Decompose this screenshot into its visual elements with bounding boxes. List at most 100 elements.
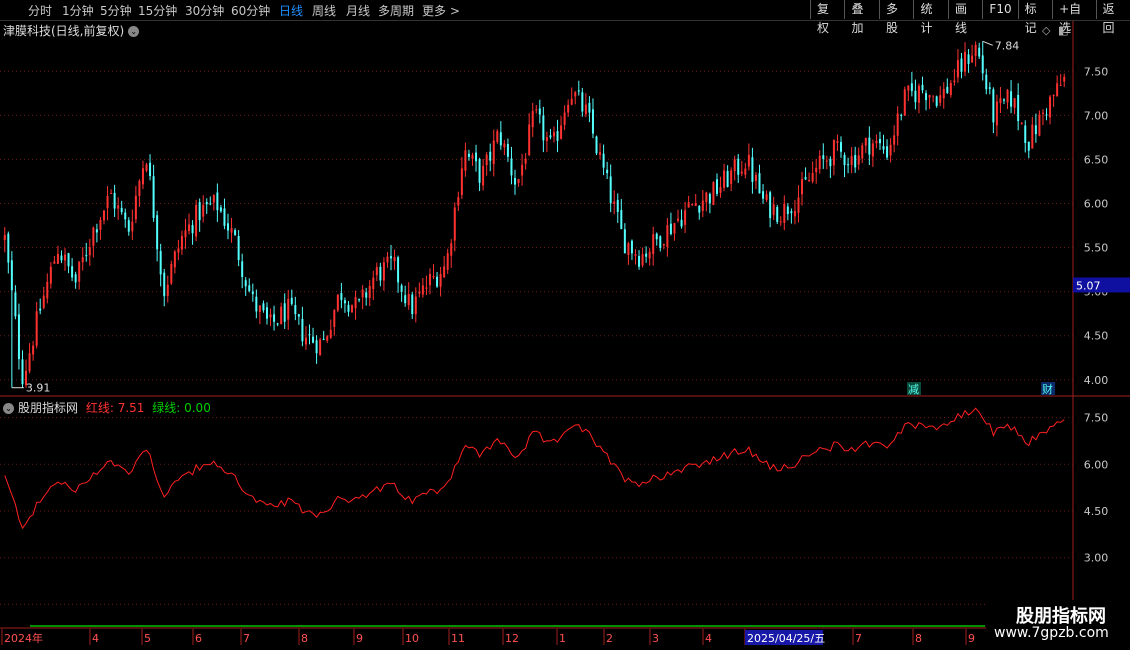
candle-body — [397, 257, 400, 283]
candle-body — [177, 248, 180, 253]
candle-body — [489, 151, 492, 161]
x-axis-label: 9 — [968, 632, 975, 645]
toolbar-button-8[interactable]: 返回 — [1095, 0, 1130, 35]
candle-body — [333, 309, 336, 327]
candle-body — [560, 125, 563, 139]
price-tick-label: 7.00 — [1084, 109, 1109, 122]
candle-body — [322, 339, 325, 341]
candle-body — [542, 115, 545, 141]
candle-body — [691, 203, 694, 205]
period-tab-1[interactable]: 1分钟 — [62, 2, 94, 19]
candle-body — [868, 137, 871, 155]
chevron-down-icon[interactable]: ⌄ — [128, 26, 140, 37]
event-marker-label[interactable]: 财 — [1042, 382, 1053, 396]
candle-body — [216, 192, 219, 211]
candle-body — [581, 92, 584, 112]
candle-body — [528, 124, 531, 156]
candle-body — [677, 218, 680, 221]
price-tick-label: 6.50 — [1084, 153, 1109, 166]
candle-body — [180, 235, 183, 250]
candle-body — [227, 223, 230, 231]
toolbar-button-2[interactable]: 多股 — [878, 0, 913, 35]
toolbar-button-5[interactable]: F10 — [982, 0, 1017, 19]
period-tab-0[interactable]: 分时 — [28, 2, 52, 19]
candle-body — [467, 153, 470, 157]
toolbar-button-4[interactable]: 画线 — [947, 0, 982, 35]
period-tab-9[interactable]: 多周期 — [378, 2, 414, 19]
candle-body — [110, 193, 113, 195]
x-axis-label: 11 — [451, 632, 465, 645]
candle-body — [613, 201, 616, 204]
candle-body — [903, 89, 906, 116]
candle-body — [588, 102, 591, 113]
candle-body — [1013, 98, 1016, 108]
candle-body — [49, 266, 52, 284]
chart-canvas[interactable]: 7.507.006.506.005.505.004.504.005.07 7.5… — [0, 0, 1130, 650]
candle-body — [269, 314, 272, 318]
period-tab-7[interactable]: 周线 — [312, 2, 336, 19]
candle-body — [797, 197, 800, 213]
candle-body — [159, 251, 162, 275]
candle-body — [747, 154, 750, 167]
candle-body — [694, 203, 697, 206]
period-tab-3[interactable]: 15分钟 — [138, 2, 177, 19]
candle-body — [666, 225, 669, 248]
candle-body — [184, 230, 187, 238]
candle-body — [705, 192, 708, 203]
candle-body — [843, 154, 846, 166]
toolbar-button-6[interactable]: 标记 — [1017, 0, 1052, 35]
candle-body — [556, 131, 559, 141]
candle-body — [64, 254, 67, 261]
candle-body — [673, 223, 676, 234]
candle-body — [131, 221, 134, 232]
candle-body — [127, 220, 130, 232]
period-tab-6[interactable]: 日线 — [279, 2, 303, 19]
candle-body — [726, 170, 729, 187]
candle-body — [630, 240, 633, 254]
window-icon[interactable]: ◧ — [1058, 24, 1068, 37]
candle-body — [188, 224, 191, 232]
period-tab-10[interactable]: 更多 > — [422, 2, 460, 19]
candle-body — [836, 141, 839, 143]
candle-body — [878, 139, 881, 144]
candle-body — [620, 210, 623, 230]
x-axis-label: 7 — [243, 632, 250, 645]
candle-body — [563, 112, 566, 125]
toolbar-button-3[interactable]: 统计 — [913, 0, 947, 35]
candle-body — [343, 300, 346, 304]
period-tab-8[interactable]: 月线 — [346, 2, 370, 19]
candle-body — [932, 95, 935, 97]
candle-body — [223, 208, 226, 226]
period-tab-2[interactable]: 5分钟 — [100, 2, 132, 19]
toolbar-button-7[interactable]: +自选 — [1052, 0, 1095, 35]
period-tab-5[interactable]: 60分钟 — [231, 2, 270, 19]
candle-body — [251, 291, 254, 295]
candle-body — [730, 170, 733, 185]
candle-body — [552, 132, 555, 137]
candle-body — [358, 299, 361, 301]
candle-body — [138, 180, 141, 196]
toolbar: 分时 1分钟 5分钟 15分钟 30分钟 60分钟 日线 周线 月线 多周期 更多 > 复权 叠加 多股… — [0, 0, 1130, 35]
candle-body — [723, 170, 726, 188]
candle-body — [241, 261, 244, 277]
watermark-url: www.7gpzb.com — [994, 625, 1109, 641]
candle-body — [510, 158, 513, 176]
diamond-icon[interactable]: ◇ — [1042, 24, 1050, 37]
candle-body — [361, 289, 364, 298]
candle-body — [14, 292, 17, 317]
candle-body — [365, 292, 368, 298]
candle-body — [1049, 96, 1052, 118]
candle-body — [627, 243, 630, 256]
toolbar-button-0[interactable]: 复权 — [810, 0, 844, 35]
chart-title[interactable]: 津膜科技(日线,前复权) ⌄ — [3, 22, 140, 39]
period-tab-4[interactable]: 30分钟 — [185, 2, 224, 19]
chevron-down-icon[interactable]: ⌄ — [3, 403, 14, 414]
candle-body — [978, 47, 981, 57]
x-axis-label: 4 — [92, 632, 99, 645]
candle-body — [219, 207, 222, 212]
x-axis-label: 2024年 — [4, 631, 43, 645]
candle-body — [871, 143, 874, 157]
event-marker-label[interactable]: 减 — [908, 383, 919, 396]
toolbar-button-1[interactable]: 叠加 — [844, 0, 878, 35]
candle-body — [811, 173, 814, 182]
